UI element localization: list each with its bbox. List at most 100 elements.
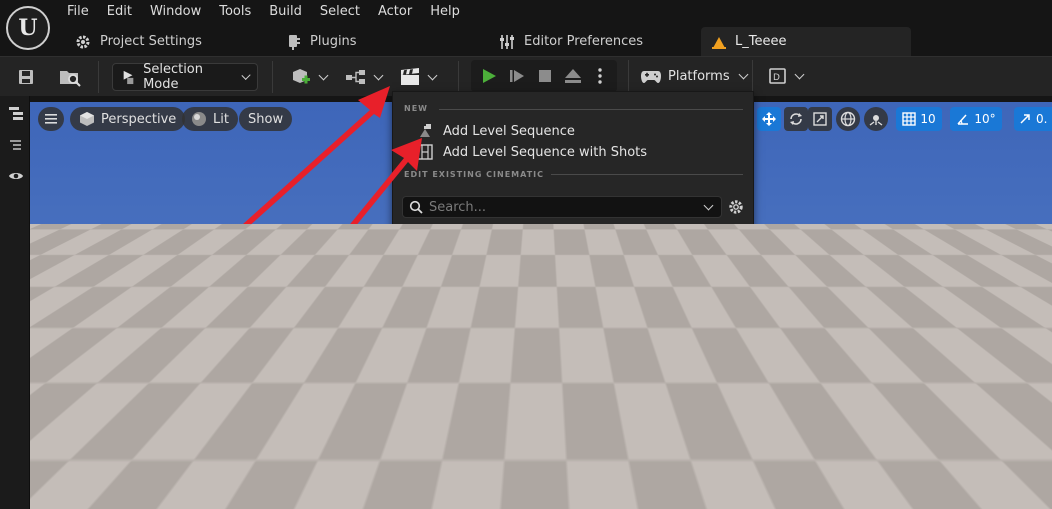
rotate-tool-button[interactable] bbox=[784, 107, 808, 131]
angle-snap-button[interactable]: 10° bbox=[950, 107, 1002, 131]
lit-button[interactable]: Lit bbox=[182, 107, 238, 131]
globe-icon bbox=[840, 111, 856, 127]
section-header-edit-existing: EDIT EXISTING CINEMATIC bbox=[404, 170, 545, 179]
menu-build[interactable]: Build bbox=[260, 0, 311, 24]
menu-actor[interactable]: Actor bbox=[369, 0, 421, 24]
chevron-down-icon bbox=[738, 69, 749, 79]
scale-snap-button[interactable]: 0. bbox=[1014, 107, 1052, 131]
play-button[interactable] bbox=[477, 62, 501, 90]
scale-arrow-icon bbox=[1020, 114, 1030, 124]
scale-tool-button[interactable] bbox=[808, 107, 832, 131]
move-arrows-icon bbox=[762, 112, 776, 126]
cursor-cube-icon bbox=[123, 70, 134, 85]
world-space-button[interactable] bbox=[836, 107, 860, 131]
chevron-down-icon bbox=[427, 70, 437, 80]
svg-text:D: D bbox=[773, 73, 780, 83]
blueprint-icon bbox=[345, 70, 365, 84]
menu-bar: U File Edit Window Tools Build Select Ac… bbox=[0, 0, 1052, 56]
display-settings-icon: D bbox=[768, 68, 786, 84]
outliner-icon[interactable] bbox=[8, 106, 24, 120]
clapperboard-icon bbox=[400, 68, 419, 85]
menu-tools[interactable]: Tools bbox=[210, 0, 260, 24]
lit-label: Lit bbox=[213, 111, 229, 127]
tab-project-settings[interactable]: Project Settings bbox=[64, 27, 212, 56]
grid-snap-value: 10 bbox=[920, 112, 936, 126]
play-controls bbox=[471, 60, 617, 92]
menu-select[interactable]: Select bbox=[311, 0, 369, 24]
chevron-down-icon bbox=[241, 70, 251, 80]
menu-file[interactable]: File bbox=[58, 0, 98, 24]
save-button[interactable] bbox=[14, 63, 38, 91]
tree-row-world[interactable]: L_Teeee (Editor) World bbox=[393, 221, 753, 241]
content-browser-button[interactable] bbox=[56, 63, 84, 91]
gear-icon[interactable] bbox=[727, 198, 745, 216]
list-icon[interactable] bbox=[8, 138, 22, 152]
eye-icon[interactable] bbox=[8, 170, 24, 182]
cinematics-button[interactable] bbox=[397, 63, 437, 91]
menu-edit[interactable]: Edit bbox=[98, 0, 141, 24]
grid-icon bbox=[902, 112, 917, 126]
level-icon bbox=[712, 36, 726, 49]
perspective-label: Perspective bbox=[101, 111, 177, 127]
blueprints-button[interactable] bbox=[343, 63, 383, 91]
surface-snap-icon bbox=[869, 115, 883, 126]
scale-snap-value: 0. bbox=[1036, 112, 1048, 126]
stop-button[interactable] bbox=[533, 62, 557, 90]
sliders-icon bbox=[500, 34, 514, 49]
tab-level[interactable]: L_Teeee bbox=[701, 27, 911, 56]
unreal-logo[interactable]: U bbox=[6, 6, 50, 50]
tree-item-name: ttt bbox=[451, 264, 466, 278]
left-dock bbox=[0, 96, 30, 509]
cinematic-search-box[interactable] bbox=[402, 196, 722, 218]
step-button[interactable] bbox=[505, 62, 529, 90]
gamepad-icon bbox=[641, 71, 661, 83]
add-level-sequence-shots-label: Add Level Sequence with Shots bbox=[443, 144, 648, 160]
annotation-label-2: 2 bbox=[206, 362, 225, 392]
tab-label: Editor Preferences bbox=[524, 34, 644, 49]
sphere-actor[interactable] bbox=[419, 324, 527, 432]
settings-dropdown[interactable]: D bbox=[765, 62, 805, 90]
add-level-sequence-shots-item[interactable]: Add Level Sequence with Shots bbox=[417, 142, 647, 162]
show-label: Show bbox=[248, 111, 284, 127]
play-options-button[interactable] bbox=[591, 62, 609, 90]
add-actor-button[interactable] bbox=[288, 63, 328, 91]
tab-plugins[interactable]: Plugins bbox=[276, 27, 367, 56]
annotation-label-1: 1 bbox=[170, 248, 189, 278]
selection-mode-dropdown[interactable]: Selection Mode bbox=[112, 62, 258, 92]
level-icon bbox=[421, 226, 433, 236]
eject-icon bbox=[565, 69, 581, 83]
plug-icon bbox=[289, 34, 300, 50]
tree-item-type: LevelSequenceActor bbox=[618, 264, 741, 278]
hamburger-icon bbox=[45, 114, 57, 124]
viewport-options-button[interactable] bbox=[38, 107, 64, 131]
tree-item-name: L_Teeee (Editor) bbox=[442, 224, 539, 238]
eject-button[interactable] bbox=[561, 62, 585, 90]
rotate-icon bbox=[790, 113, 802, 125]
add-level-sequence-item[interactable]: Add Level Sequence bbox=[417, 121, 575, 141]
platforms-label: Platforms bbox=[668, 68, 730, 84]
collapse-arrow-icon[interactable] bbox=[402, 227, 412, 235]
translate-tool-button[interactable] bbox=[757, 107, 781, 131]
tab-editor-preferences[interactable]: Editor Preferences bbox=[488, 27, 653, 56]
selection-mode-label: Selection Mode bbox=[143, 62, 204, 92]
film-strip-icon bbox=[417, 144, 433, 160]
search-input[interactable] bbox=[429, 199, 699, 215]
tab-label: Plugins bbox=[310, 34, 357, 49]
tree-item-name: LS_TTTT bbox=[451, 244, 500, 258]
chevron-down-icon bbox=[373, 70, 383, 80]
play-icon bbox=[483, 69, 496, 83]
menu-help[interactable]: Help bbox=[421, 0, 469, 24]
section-header-new: NEW bbox=[404, 104, 428, 113]
chevron-down-icon[interactable] bbox=[703, 200, 714, 210]
perspective-button[interactable]: Perspective bbox=[70, 107, 186, 131]
sphere-icon bbox=[192, 112, 206, 126]
step-forward-icon bbox=[510, 70, 524, 82]
tree-row-sequence[interactable]: LS_TTTT LevelSequenceActor bbox=[393, 241, 753, 261]
platforms-dropdown[interactable]: Platforms bbox=[640, 62, 749, 90]
tab-label: Project Settings bbox=[100, 34, 202, 49]
grid-snap-button[interactable]: 10 bbox=[896, 107, 942, 131]
surface-snap-button[interactable] bbox=[864, 107, 888, 131]
tree-row-sequence[interactable]: ttt LevelSequenceActor bbox=[393, 261, 753, 281]
menu-window[interactable]: Window bbox=[141, 0, 210, 24]
show-button[interactable]: Show bbox=[239, 107, 293, 131]
